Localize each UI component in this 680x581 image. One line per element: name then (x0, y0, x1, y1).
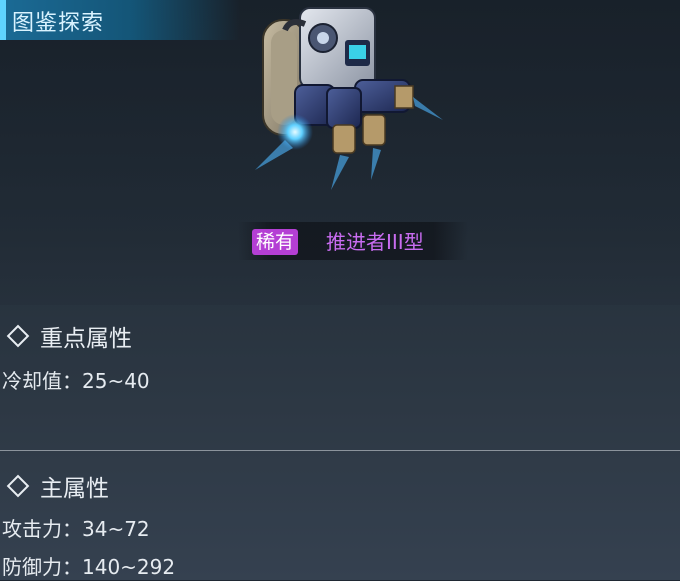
key-attributes-title: 重点属性 (40, 326, 132, 352)
diamond-icon (6, 474, 30, 498)
main-attributes-title: 主属性 (40, 476, 109, 502)
item-name: 推进者III型 (326, 230, 424, 254)
diamond-icon (6, 324, 30, 348)
key-attributes-section: 重点属性 冷却值：25~40 (0, 305, 680, 450)
key-attributes-header: 重点属性 (4, 319, 132, 353)
stat-attack: 攻击力：34~72 (2, 517, 150, 541)
page-title: 图鉴探索 (12, 11, 105, 36)
stat-defense: 防御力：140~292 (2, 555, 176, 579)
robot-illustration (255, 7, 443, 190)
main-attributes-header: 主属性 (4, 469, 109, 503)
title-banner: 图鉴探索 (0, 0, 240, 40)
main-attributes-section: 主属性 攻击力：34~72 防御力：140~292 (0, 450, 680, 581)
stat-cooldown: 冷却值：25~40 (2, 369, 150, 393)
rarity-badge: 稀有 (252, 229, 299, 255)
